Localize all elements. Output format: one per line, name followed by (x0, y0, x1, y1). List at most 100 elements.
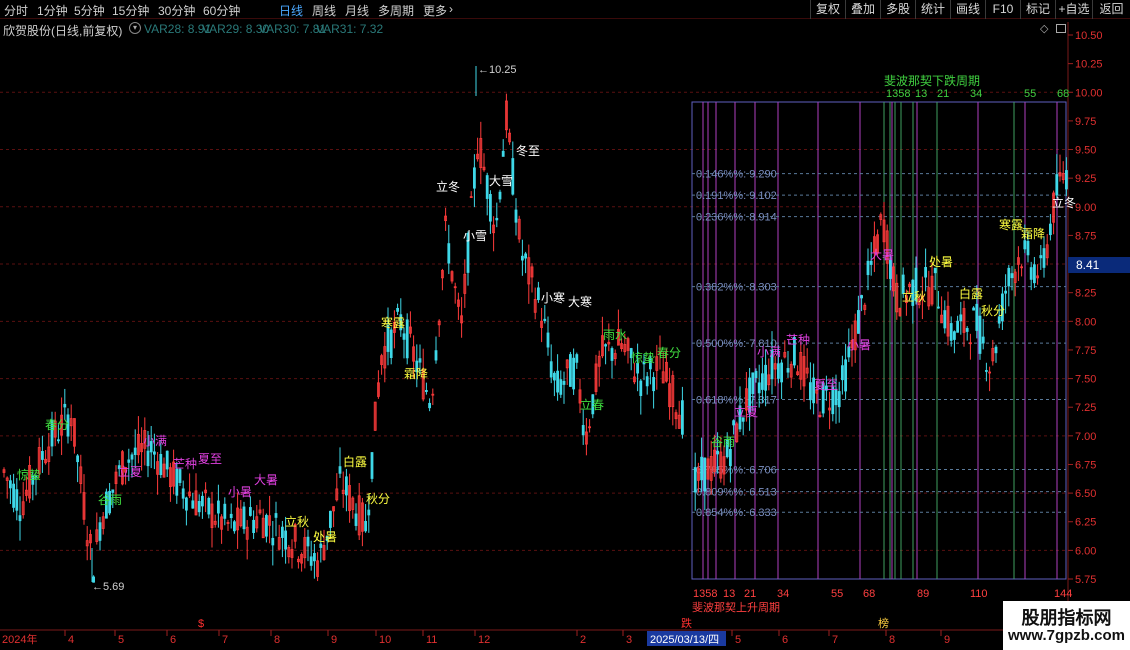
solar-term-label: 小满 (143, 434, 167, 448)
candle-body (229, 513, 233, 519)
price-tick-label: 8.25 (1075, 288, 1096, 300)
candle-body (786, 368, 790, 373)
candle-body (645, 376, 649, 387)
candle-body (344, 476, 348, 496)
candle-body (965, 328, 969, 332)
price-tick-label: 6.50 (1075, 488, 1096, 500)
candle-body (1055, 174, 1059, 196)
fib-level-label: 0.809%%: 6.513 (696, 487, 777, 499)
candle-body (165, 450, 169, 470)
toolbar-button-8[interactable]: 返回 (1092, 0, 1130, 19)
high-price-marker: ←10.25 (478, 64, 517, 76)
price-tick-label: 5.75 (1075, 574, 1096, 586)
tab-1[interactable]: 1分钟 (37, 2, 68, 19)
candle-body (57, 439, 60, 442)
candle-body (994, 346, 998, 354)
solar-term-label: 秋分 (366, 492, 390, 506)
candle-body (197, 501, 201, 513)
fib-down-number: 1358 (886, 88, 910, 100)
candle-body (41, 451, 44, 460)
tab-9[interactable]: 多周期 (378, 2, 414, 19)
price-tick-label: 10.25 (1075, 59, 1103, 71)
candle-body (389, 329, 393, 359)
fib-level-label: 0.146%%: 9.290 (696, 169, 777, 181)
candle-body (1029, 267, 1033, 280)
candle-body (569, 354, 572, 387)
candle-body (985, 370, 988, 372)
solar-term-label: 秋分 (981, 304, 1005, 318)
price-tick-label: 6.25 (1075, 517, 1096, 529)
candle-body (364, 520, 368, 532)
watermark-url: www.7gpzb.com (1008, 627, 1125, 644)
candle-body (837, 391, 841, 408)
time-axis-label: 2024年 (2, 632, 37, 646)
candle-body (681, 400, 684, 435)
toolbar-button-4[interactable]: 画线 (950, 0, 985, 19)
fib-level-label: 0.382%%: 8.303 (696, 282, 777, 294)
watermark-logo: 股朋指标网 www.7gpzb.com (1003, 601, 1130, 650)
time-axis-label: 8 (889, 634, 895, 646)
toolbar-button-0[interactable]: 复权 (810, 0, 845, 19)
solar-term-label: 立秋 (902, 289, 926, 304)
tab-0[interactable]: 分时 (4, 2, 28, 19)
chevron-right-icon[interactable]: › (449, 2, 453, 16)
fib-down-number: 34 (970, 88, 982, 100)
tab-10[interactable]: 更多 (423, 2, 447, 19)
solar-term-label: 白露 (959, 286, 983, 301)
candle-body (780, 362, 783, 383)
candle-body (319, 543, 323, 548)
toolbar-button-1[interactable]: 叠加 (845, 0, 880, 19)
candle-body (809, 382, 812, 401)
tab-5[interactable]: 60分钟 (203, 2, 240, 19)
time-axis-label: 7 (222, 634, 228, 646)
toolbar-button-2[interactable]: 多股 (880, 0, 915, 19)
candle-body (338, 466, 342, 474)
solar-term-label: 立冬 (436, 179, 460, 194)
candle-body (1023, 240, 1027, 250)
candle-body (8, 480, 12, 489)
tab-8[interactable]: 月线 (345, 2, 369, 19)
candle-body (130, 454, 134, 460)
tab-7[interactable]: 周线 (312, 2, 336, 19)
candle-body (501, 150, 505, 157)
event-mark: 榜 (878, 616, 889, 630)
price-tick-label: 7.75 (1075, 345, 1096, 357)
candle-body (860, 295, 863, 299)
candle-body (761, 373, 764, 390)
event-mark: 跌 (681, 616, 692, 630)
time-axis-label: 9 (944, 634, 950, 646)
candle-body (405, 319, 409, 359)
candle-body (146, 450, 150, 467)
solar-term-label: 小寒 (541, 290, 565, 305)
solar-term-label: 小雪 (463, 229, 487, 243)
solar-term-label: 芒种 (173, 456, 197, 471)
time-axis-label: 12 (478, 634, 490, 646)
time-axis-label: 8 (274, 634, 280, 646)
candle-body (309, 556, 313, 566)
solar-term-label: 大雪 (489, 174, 513, 188)
candle-body (200, 495, 204, 507)
price-tick-label: 8.00 (1075, 316, 1096, 328)
fib-up-number: 68 (863, 588, 875, 600)
candle-body (178, 469, 182, 483)
tab-3[interactable]: 15分钟 (112, 2, 149, 19)
solar-term-label: 雨水 (603, 328, 627, 342)
candle-body (127, 459, 131, 463)
candle-body (716, 450, 719, 455)
tab-4[interactable]: 30分钟 (158, 2, 195, 19)
tab-2[interactable]: 5分钟 (74, 2, 105, 19)
kline-chart[interactable]: 10.5010.2510.009.759.509.259.008.758.508… (0, 20, 1130, 650)
solar-term-label: 春分 (657, 346, 681, 360)
toolbar-button-6[interactable]: 标记 (1020, 0, 1055, 19)
toolbar-button-3[interactable]: 统计 (915, 0, 950, 19)
candle-body (514, 209, 518, 223)
toolbar-button-7[interactable]: +自选 (1055, 0, 1092, 19)
candle-body (264, 514, 268, 537)
candle-body (700, 456, 703, 481)
tab-6[interactable]: 日线 (279, 2, 303, 19)
time-axis-label: 2 (580, 634, 586, 646)
toolbar-button-5[interactable]: F10 (985, 0, 1020, 19)
solar-term-label: 霜降 (404, 367, 428, 381)
candle-body (764, 364, 767, 391)
time-axis-label: 3 (626, 634, 632, 646)
